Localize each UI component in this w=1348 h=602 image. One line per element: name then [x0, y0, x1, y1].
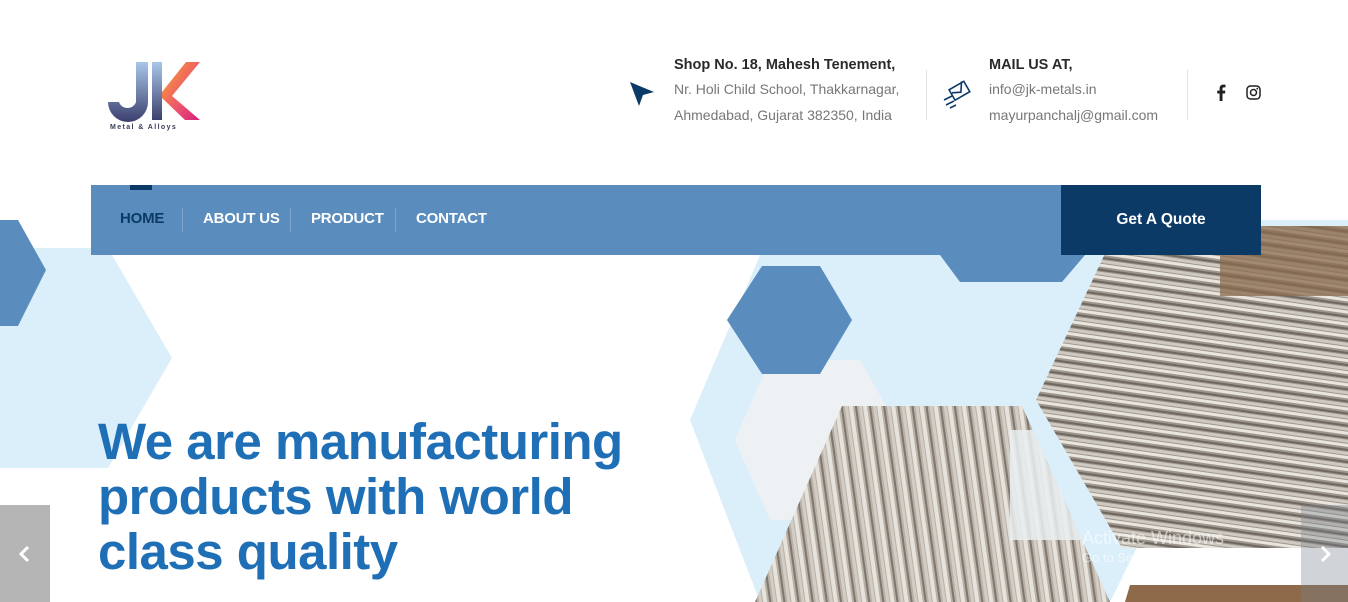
location-arrow-icon	[628, 80, 656, 113]
watermark-title: Activate Windows	[1082, 528, 1225, 548]
logo-mark	[108, 62, 200, 122]
nav-item-contact[interactable]: CONTACT	[416, 210, 487, 227]
hero-headline: We are manufacturing products with world…	[98, 414, 718, 579]
email-link[interactable]: info@jk-metals.in	[989, 81, 1097, 97]
address-line: Ahmedabad, Gujarat 382350, India	[674, 107, 892, 123]
address-title: Shop No. 18, Mahesh Tenement,	[674, 57, 896, 73]
active-indicator	[130, 185, 152, 190]
mail-block: MAIL US AT, info@jk-metals.in mayurpanch…	[989, 57, 1179, 137]
slider-next-button[interactable]	[1301, 505, 1348, 602]
chevron-right-icon	[1320, 545, 1331, 562]
nav-divider	[290, 208, 291, 232]
divider	[926, 70, 927, 120]
mail-title: MAIL US AT,	[989, 57, 1073, 73]
instagram-icon[interactable]	[1243, 82, 1263, 102]
nav-item-about-us[interactable]: ABOUT US	[203, 210, 280, 227]
headline-line: class quality	[98, 523, 398, 580]
activation-watermark: Activate Windows Go to Settings to activ…	[1082, 528, 1287, 565]
get-a-quote-button[interactable]: Get A Quote	[1061, 185, 1261, 255]
headline-line: We are manufacturing	[98, 413, 623, 470]
address-block: Shop No. 18, Mahesh Tenement, Nr. Holi C…	[674, 57, 924, 137]
headline-line: products with world	[98, 468, 573, 525]
main-navbar: HOME ABOUT US PRODUCT CONTACT Get A Quot…	[91, 185, 1261, 255]
nav-divider	[395, 208, 396, 232]
brand-logo[interactable]: Metal & Alloys	[100, 58, 204, 138]
email-link[interactable]: mayurpanchalj@gmail.com	[989, 107, 1158, 123]
address-line: Nr. Holi Child School, Thakkarnagar,	[674, 81, 900, 97]
mail-send-icon	[942, 80, 972, 115]
nav-item-product[interactable]: PRODUCT	[311, 210, 384, 227]
watermark-subtitle: Go to Settings to activate Windows.	[1082, 550, 1288, 565]
slider-prev-button[interactable]	[0, 505, 50, 602]
logo-subtitle: Metal & Alloys	[110, 124, 178, 131]
nav-divider	[182, 208, 183, 232]
nav-item-home[interactable]: HOME	[120, 210, 164, 227]
facebook-icon[interactable]	[1211, 82, 1231, 102]
chevron-left-icon	[18, 545, 30, 562]
divider	[1187, 70, 1188, 120]
